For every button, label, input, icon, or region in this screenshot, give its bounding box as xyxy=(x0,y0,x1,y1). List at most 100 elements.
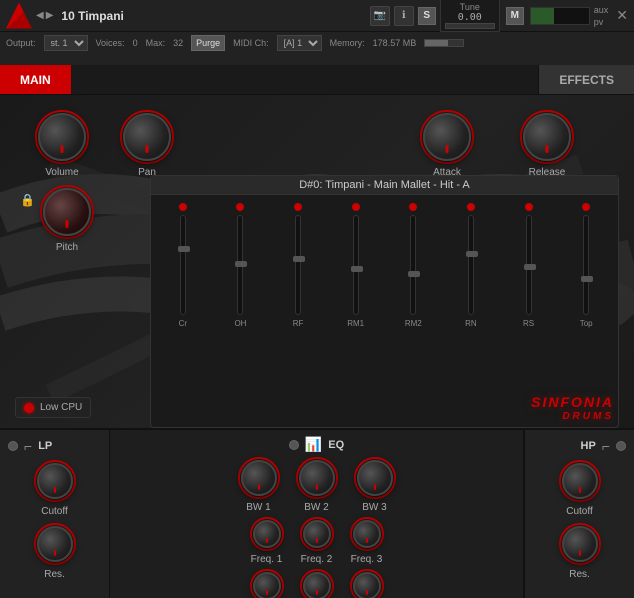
level-meter xyxy=(530,7,590,25)
channel-cr-thumb[interactable] xyxy=(178,246,190,252)
channel-rm1-label: RM1 xyxy=(347,319,364,328)
pitch-knob[interactable] xyxy=(43,188,91,236)
hp-res-group: Res. xyxy=(559,523,601,580)
hp-res-ring xyxy=(559,523,601,565)
volume-knob[interactable] xyxy=(38,113,86,161)
nav-next-arrow[interactable]: ▶ xyxy=(46,10,54,21)
purge-button[interactable]: Purge xyxy=(191,35,225,51)
eq-bw2-label: BW 2 xyxy=(304,502,328,513)
channel-rs-dot[interactable] xyxy=(525,203,533,211)
channel-rf-fader[interactable] xyxy=(295,215,301,315)
midi-label: MIDI Ch: xyxy=(233,38,269,48)
eq-bw2-knob[interactable] xyxy=(299,460,335,496)
channel-rm1-thumb[interactable] xyxy=(351,266,363,272)
channel-top: Top xyxy=(558,203,614,328)
low-cpu-button[interactable]: Low CPU xyxy=(15,397,91,418)
attack-knob[interactable] xyxy=(423,113,471,161)
pv-label: pv xyxy=(594,17,609,27)
channel-rm2-thumb[interactable] xyxy=(408,271,420,277)
channel-top-thumb[interactable] xyxy=(581,276,593,282)
tab-effects[interactable]: EFFECTS xyxy=(538,65,634,94)
channel-oh-fader[interactable] xyxy=(237,215,243,315)
lock-icon[interactable]: 🔒 xyxy=(20,193,35,207)
lp-res-ring xyxy=(34,523,76,565)
channel-rn-fader[interactable] xyxy=(468,215,474,315)
m-button[interactable]: M xyxy=(506,7,524,25)
eq-freq1-label: Freq. 1 xyxy=(251,554,283,565)
lp-res-knob[interactable] xyxy=(37,526,73,562)
channel-top-dot[interactable] xyxy=(582,203,590,211)
channel-rs-thumb[interactable] xyxy=(524,264,536,270)
eq-freq3-ring xyxy=(350,517,384,551)
channel-rm2-label: RM2 xyxy=(405,319,422,328)
channel-cr-dot[interactable] xyxy=(179,203,187,211)
lp-enable-button[interactable] xyxy=(8,441,18,451)
release-knob[interactable] xyxy=(523,113,571,161)
plugin-logo-icon xyxy=(6,3,32,29)
eq-freq3-label: Freq. 3 xyxy=(351,554,383,565)
eq-freq2-label: Freq. 2 xyxy=(301,554,333,565)
lp-cutoff-knob[interactable] xyxy=(37,463,73,499)
max-label: Max: xyxy=(146,38,166,48)
volume-label: Volume xyxy=(45,167,78,178)
channel-rf-thumb[interactable] xyxy=(293,256,305,262)
release-ring xyxy=(520,110,574,164)
hp-cutoff-knob[interactable] xyxy=(562,463,598,499)
lp-cutoff-label: Cutoff xyxy=(41,506,68,517)
eq-freq1-knob[interactable] xyxy=(253,520,281,548)
close-icon[interactable]: ✕ xyxy=(616,7,628,24)
output-select[interactable]: st. 1 xyxy=(44,35,88,51)
channel-top-fader[interactable] xyxy=(583,215,589,315)
eq-enable-button[interactable] xyxy=(289,440,299,450)
tab-main[interactable]: MAIN xyxy=(0,65,71,94)
eq-section: 📊 EQ BW 1 xyxy=(110,430,524,598)
aux-pv-area: aux pv xyxy=(594,5,609,27)
channel-rn-dot[interactable] xyxy=(467,203,475,211)
aux-label: aux xyxy=(594,5,609,15)
info-icon[interactable]: ℹ xyxy=(394,6,414,26)
pitch-label: Pitch xyxy=(56,242,78,253)
eq-bw3-label: BW 3 xyxy=(362,502,386,513)
channel-oh-dot[interactable] xyxy=(236,203,244,211)
hp-enable-button[interactable] xyxy=(616,441,626,451)
sinfonia-line2: DRUMS xyxy=(531,411,614,423)
eq-gain3-knob[interactable] xyxy=(353,572,381,598)
channel-rm1-dot[interactable] xyxy=(352,203,360,211)
channel-cr-fader[interactable] xyxy=(180,215,186,315)
channel-rm1-fader[interactable] xyxy=(353,215,359,315)
sinfonia-logo: SINFONIA DRUMS xyxy=(531,394,614,423)
eq-gain3-ring xyxy=(350,569,384,598)
channel-rn-thumb[interactable] xyxy=(466,251,478,257)
output-label: Output: xyxy=(6,38,36,48)
camera-icon[interactable]: 📷 xyxy=(370,6,390,26)
midi-select[interactable]: [A] 1 xyxy=(277,35,322,51)
lp-cutoff-ring xyxy=(34,460,76,502)
channel-rm2-dot[interactable] xyxy=(409,203,417,211)
channel-rn-label: RN xyxy=(465,319,477,328)
channel-rm2-fader[interactable] xyxy=(410,215,416,315)
channel-oh-thumb[interactable] xyxy=(235,261,247,267)
channel-rs-fader[interactable] xyxy=(526,215,532,315)
nav-prev-arrow[interactable]: ◀ xyxy=(36,10,44,21)
channel-rf-dot[interactable] xyxy=(294,203,302,211)
eq-gain1-knob[interactable] xyxy=(253,572,281,598)
eq-gain1-group: Gain 1 xyxy=(250,569,284,598)
eq-freq3-group: Freq. 3 xyxy=(350,517,384,565)
eq-bw3-knob[interactable] xyxy=(357,460,393,496)
eq-freq3-knob[interactable] xyxy=(353,520,381,548)
eq-gain2-knob[interactable] xyxy=(303,572,331,598)
eq-freq2-knob[interactable] xyxy=(303,520,331,548)
volume-group: Volume xyxy=(35,110,89,178)
max-value: 32 xyxy=(173,38,183,48)
eq-bw1-knob[interactable] xyxy=(241,460,277,496)
hp-cutoff-label: Cutoff xyxy=(566,506,593,517)
plugin-header: ◀ ▶ 10 Timpani 📷 ℹ S Tune 0.00 M xyxy=(0,0,634,65)
eq-bottom-knob-row: Gain 1 Gain 2 Gain 3 xyxy=(250,569,384,598)
tune-slider[interactable] xyxy=(445,23,495,29)
s-button[interactable]: S xyxy=(418,7,436,25)
attack-group: Attack xyxy=(420,110,474,178)
hp-res-knob[interactable] xyxy=(562,526,598,562)
channel-cr: Cr xyxy=(155,203,211,328)
mixer-title: D#0: Timpani - Main Mallet - Hit - A xyxy=(151,176,618,195)
pan-knob[interactable] xyxy=(123,113,171,161)
